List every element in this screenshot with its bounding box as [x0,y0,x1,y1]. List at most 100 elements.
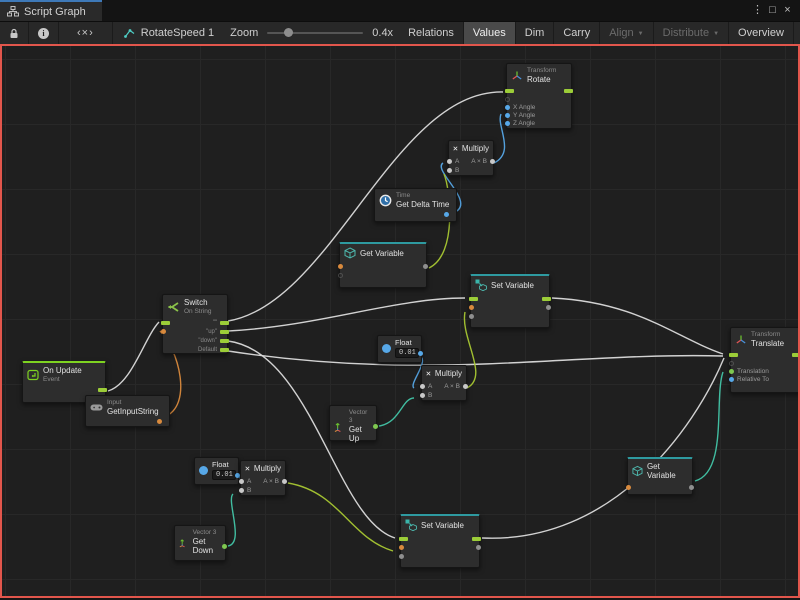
node-get-variable-right[interactable]: Get Variable [627,457,693,495]
value-out-port[interactable] [476,545,481,550]
breadcrumb[interactable]: RotateSpeed 1 [113,22,224,44]
dim-button[interactable]: Dim [516,22,555,44]
flow-in-port[interactable] [161,321,170,325]
flow-out-port[interactable] [220,330,229,334]
node-category: Time [396,192,449,200]
wire-value[interactable] [288,483,393,551]
info-button[interactable]: i [29,22,59,44]
value-in-port[interactable] [399,554,404,559]
float-out-port[interactable] [444,212,449,217]
float-out-port[interactable] [418,351,423,356]
vector-out-port[interactable] [373,424,378,429]
node-get-input-string[interactable]: Input GetInputString [85,395,170,427]
flow-in-port[interactable] [729,353,738,357]
wire-vector[interactable] [379,398,414,426]
value-out-port[interactable] [689,485,694,490]
value-out-port[interactable] [546,305,551,310]
graph-asset-icon [123,28,136,39]
flow-in-port[interactable] [505,89,514,93]
node-float-bottom[interactable]: Float 0.01 [194,457,239,485]
target-port[interactable] [505,97,510,102]
node-rotate[interactable]: Transform Rotate X Angle Y Angle Z Angle [506,63,572,129]
flow-out-port[interactable] [542,297,551,301]
object-port[interactable] [338,273,343,278]
window-menu-icon[interactable]: ⋮ [750,5,765,16]
wire-flow[interactable] [482,358,724,538]
distribute-dropdown[interactable]: Distribute ▼ [654,22,729,44]
carry-button[interactable]: Carry [554,22,600,44]
node-title: Multiply [435,369,462,378]
flow-out-port[interactable] [220,321,229,325]
z-angle-port[interactable] [505,121,510,126]
y-angle-port[interactable] [505,113,510,118]
align-dropdown[interactable]: Align ▼ [600,22,653,44]
node-translate[interactable]: Transform Translate Translation Relative… [730,327,800,393]
set-variable-icon [475,279,487,291]
node-title: Float [212,460,236,469]
tab-script-graph[interactable]: Script Graph [0,0,102,21]
zoom-slider-thumb[interactable] [284,28,293,37]
flow-out-port[interactable] [792,353,800,357]
wire-flow[interactable] [108,322,159,391]
node-multiply-bottom[interactable]: Multiply AA × B B [240,460,286,496]
values-button[interactable]: Values [464,22,516,44]
float-value-field[interactable]: 0.01 [212,470,236,480]
node-title: Translate [751,339,784,349]
node-switch-on-string[interactable]: Switch On String "" "up" "down" Default [162,294,228,354]
target-port[interactable] [729,361,734,366]
relative-to-port[interactable] [729,377,734,382]
window-maximize-icon[interactable]: □ [765,5,780,16]
node-multiply-mid[interactable]: Multiply AA × B B [421,365,467,401]
value-out-port[interactable] [423,264,428,269]
flow-out-port[interactable] [220,348,229,352]
name-port[interactable] [626,485,631,490]
node-get-down[interactable]: Vector 3 Get Down [174,525,226,561]
value-in-port[interactable] [469,314,474,319]
flow-out-port[interactable] [98,388,107,392]
b-port[interactable] [420,393,425,398]
overview-button[interactable]: Overview [729,22,794,44]
wire-flow[interactable] [228,351,723,365]
relations-button[interactable]: Relations [399,22,464,44]
node-multiply-top[interactable]: Multiply AA × B B [448,140,494,176]
wire-flow[interactable] [552,298,723,354]
float-value-field[interactable]: 0.01 [395,348,419,358]
node-get-delta-time[interactable]: Time Get Delta Time [374,188,457,222]
x-angle-port[interactable] [505,105,510,110]
flow-out-port[interactable] [220,339,229,343]
a-port[interactable] [447,159,452,164]
graph-canvas[interactable]: On Update Event Input GetInputString [0,44,800,598]
zoom-slider[interactable] [267,32,363,34]
a-port[interactable] [239,479,244,484]
lock-button[interactable] [0,22,29,44]
node-get-variable-top[interactable]: Get Variable [339,242,427,288]
info-icon: i [38,28,49,39]
translation-port[interactable] [729,369,734,374]
flow-out-port[interactable] [472,537,481,541]
flow-out-port[interactable] [564,89,573,93]
flow-in-port[interactable] [469,297,478,301]
b-port[interactable] [447,168,452,173]
result-port[interactable] [463,384,468,389]
wire-float[interactable] [494,114,505,163]
a-port[interactable] [420,384,425,389]
name-port[interactable] [469,305,474,310]
name-port[interactable] [338,264,343,269]
node-set-variable-bottom[interactable]: Set Variable [400,514,480,568]
window-close-icon[interactable]: × [780,5,795,16]
b-port[interactable] [239,488,244,493]
node-get-up[interactable]: Vector 3 Get Up [329,405,377,441]
name-port[interactable] [399,545,404,550]
result-port[interactable] [490,159,495,164]
vector-out-port[interactable] [222,544,227,549]
flow-in-port[interactable] [399,537,408,541]
string-out-port[interactable] [157,419,162,424]
wire-vector[interactable] [228,494,235,546]
string-in-port[interactable] [161,329,166,334]
fullscreen-button[interactable]: Full Screen [794,22,800,44]
wire-flow[interactable] [228,298,465,331]
node-set-variable-mid[interactable]: Set Variable [470,274,550,328]
result-port[interactable] [282,479,287,484]
node-float-mid[interactable]: Float 0.01 [377,335,422,363]
clear-value-button[interactable]: ‹×› [59,22,113,44]
